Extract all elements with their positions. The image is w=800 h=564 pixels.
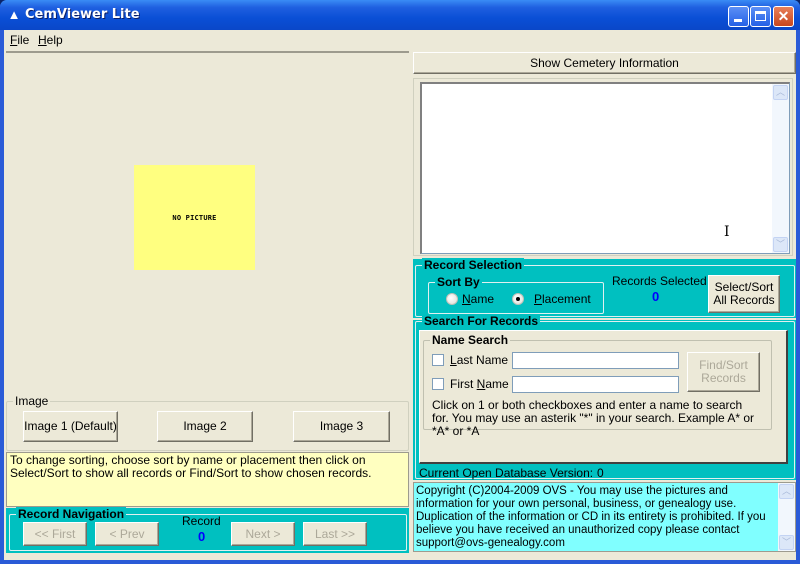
app-bell-icon: ▲	[7, 7, 21, 22]
sort-placement-radio[interactable]	[512, 293, 524, 305]
first-name-input[interactable]	[512, 376, 679, 393]
copyright-scrollbar[interactable]: ︿ ﹀	[778, 483, 795, 551]
sort-by-title: Sort By	[435, 275, 482, 289]
select-sort-all-button[interactable]: Select/Sort All Records	[708, 275, 780, 313]
copyright-box: Copyright (C)2004-2009 OVS - You may use…	[413, 482, 796, 552]
menu-bar: File Help	[4, 30, 796, 50]
record-navigation-title: Record Navigation	[16, 507, 127, 521]
title-bar[interactable]: ▲ CemViewer Lite ✕	[0, 0, 800, 30]
db-version-value: 0	[597, 466, 604, 480]
last-record-button[interactable]: Last >>	[303, 522, 367, 546]
db-version-label: Current Open Database Version:	[419, 466, 594, 480]
search-inner-panel: Name Search Last Name First Name Find/So…	[419, 330, 788, 464]
record-selection-title: Record Selection	[422, 258, 525, 272]
first-name-checkbox[interactable]	[432, 378, 444, 390]
search-title: Search For Records	[422, 314, 541, 328]
sort-placement-label[interactable]: Placement	[534, 292, 591, 306]
search-instructions: Click on 1 or both checkboxes and enter …	[432, 398, 755, 438]
menu-help[interactable]: Help	[38, 33, 63, 47]
records-selected-label: Records Selected	[612, 274, 707, 288]
image-3-button[interactable]: Image 3	[293, 411, 390, 442]
close-icon: ✕	[777, 8, 790, 24]
show-cemetery-info-button[interactable]: Show Cemetery Information	[413, 52, 796, 74]
client-area: File Help NO PICTURE Image Image 1 (Defa…	[4, 30, 796, 560]
next-record-button[interactable]: Next >	[231, 522, 295, 546]
record-navigation-panel: Record Navigation << First < Prev Record…	[6, 507, 409, 553]
records-selected-value: 0	[652, 289, 660, 304]
maximize-icon	[755, 11, 766, 21]
close-button[interactable]: ✕	[773, 6, 794, 27]
menu-file[interactable]: File	[10, 33, 29, 47]
image-group: Image Image 1 (Default) Image 2 Image 3	[6, 394, 409, 451]
picture-area: NO PICTURE	[6, 51, 409, 393]
last-name-label[interactable]: Last Name	[450, 353, 508, 367]
last-name-checkbox[interactable]	[432, 354, 444, 366]
text-cursor-icon: I	[724, 224, 730, 240]
prev-record-button[interactable]: < Prev	[95, 522, 159, 546]
sort-name-label[interactable]: Name	[462, 292, 494, 306]
last-name-input[interactable]	[512, 352, 679, 369]
find-sort-records-button[interactable]: Find/Sort Records	[687, 352, 760, 392]
scroll-down-icon[interactable]: ﹀	[779, 535, 794, 550]
app-window: ▲ CemViewer Lite ✕ File Help NO PICTURE …	[0, 0, 800, 564]
copyright-text: Copyright (C)2004-2009 OVS - You may use…	[416, 485, 766, 549]
minimize-button[interactable]	[728, 6, 749, 27]
sorting-hint: To change sorting, choose sort by name o…	[6, 452, 409, 507]
name-search-title: Name Search	[430, 333, 511, 347]
image-group-title: Image	[13, 394, 51, 408]
minimize-icon	[734, 19, 742, 22]
no-picture-placeholder: NO PICTURE	[134, 165, 255, 270]
scroll-up-icon[interactable]: ︿	[779, 484, 794, 499]
maximize-button[interactable]	[750, 6, 771, 27]
record-selection-panel: Record Selection Sort By Name Placement …	[413, 258, 796, 318]
record-value: 0	[198, 529, 206, 544]
image-2-button[interactable]: Image 2	[157, 411, 253, 442]
search-panel: Search For Records Name Search Last Name…	[413, 314, 796, 480]
window-title: CemViewer Lite	[25, 7, 140, 22]
cemetery-info-scrollbar[interactable]: ︿ ﹀	[772, 84, 789, 253]
record-label: Record	[182, 514, 221, 528]
sort-name-radio[interactable]	[446, 293, 458, 305]
image-1-button[interactable]: Image 1 (Default)	[23, 411, 118, 442]
scroll-up-icon[interactable]: ︿	[773, 85, 788, 100]
scroll-down-icon[interactable]: ﹀	[773, 237, 788, 252]
first-name-label[interactable]: First Name	[450, 377, 509, 391]
cemetery-info-textarea[interactable]: ︿ ﹀	[420, 82, 790, 254]
cemetery-info-box: ︿ ﹀	[413, 78, 793, 256]
first-record-button[interactable]: << First	[23, 522, 87, 546]
